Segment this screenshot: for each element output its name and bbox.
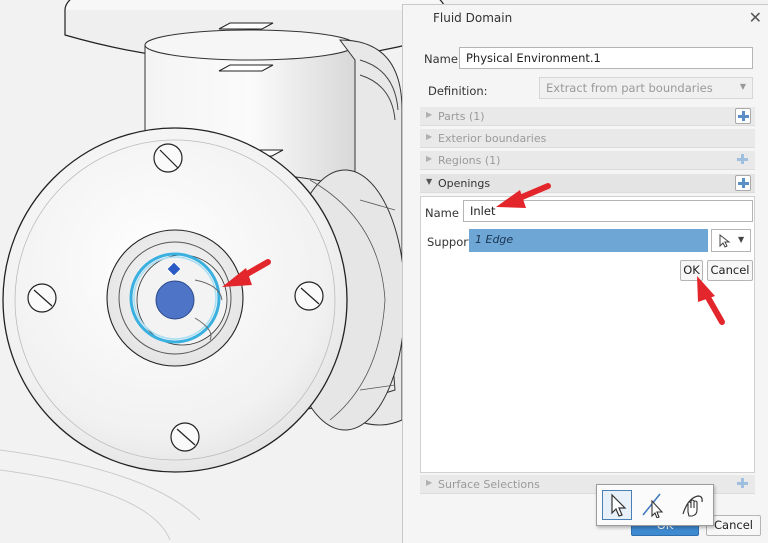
expand-icon: ▶ [426, 132, 433, 141]
support-label: Support [427, 235, 473, 249]
section-exterior-label: Exterior boundaries [438, 132, 547, 145]
opening-name-value: Inlet [470, 204, 496, 218]
section-exterior-boundaries[interactable]: ▶ Exterior boundaries [420, 129, 755, 148]
support-value: 1 Edge [475, 233, 514, 246]
dialog-title: Fluid Domain [433, 11, 513, 25]
definition-select[interactable]: Extract from part boundaries ▼ [539, 77, 753, 99]
collapse-icon: ▼ [426, 177, 433, 186]
section-regions-label: Regions (1) [438, 154, 501, 167]
select-tool-button[interactable] [602, 490, 632, 520]
opening-ok-button[interactable]: OK [680, 260, 703, 281]
definition-value: Extract from part boundaries [546, 81, 713, 95]
opening-name-field[interactable]: Inlet [463, 200, 753, 222]
add-part-button[interactable] [735, 108, 751, 124]
name-field[interactable]: Physical Environment.1 [459, 47, 753, 69]
section-regions[interactable]: ▶ Regions (1) [420, 151, 755, 170]
edge-select-icon [642, 493, 664, 519]
dialog-cancel-button[interactable]: Cancel [706, 515, 761, 536]
close-icon[interactable]: ✕ [749, 8, 762, 27]
expand-icon: ▶ [426, 478, 433, 487]
hand-select-tool-button[interactable] [678, 490, 708, 520]
selection-mode-dropdown[interactable]: ▼ [711, 229, 751, 252]
support-selection-field[interactable]: 1 Edge [469, 229, 708, 252]
section-surface-label: Surface Selections [438, 478, 540, 491]
dialog-title-bar[interactable]: Fluid Domain ✕ [403, 5, 768, 31]
add-surface-button[interactable] [735, 476, 751, 492]
chevron-down-icon: ▼ [739, 82, 746, 91]
openings-panel: Name Inlet Support 1 Edge ▼ OK Cancel [420, 196, 755, 473]
chevron-down-icon: ▼ [738, 235, 745, 244]
hand-select-icon [682, 495, 703, 517]
definition-label: Definition: [428, 84, 488, 98]
selection-toolbar [596, 484, 714, 526]
pointer-icon [611, 493, 627, 517]
opening-name-label: Name [425, 206, 459, 220]
add-region-button[interactable] [735, 152, 751, 168]
name-label: Name [424, 52, 458, 66]
name-value: Physical Environment.1 [466, 51, 601, 65]
add-opening-button[interactable] [735, 175, 751, 191]
fluid-domain-dialog: Fluid Domain ✕ Name Physical Environment… [402, 4, 768, 543]
opening-cancel-button[interactable]: Cancel [707, 260, 753, 281]
edge-select-tool-button[interactable] [640, 490, 670, 520]
section-parts[interactable]: ▶ Parts (1) [420, 107, 755, 126]
pointer-icon [719, 234, 731, 248]
expand-icon: ▶ [426, 110, 433, 119]
section-parts-label: Parts (1) [438, 110, 485, 123]
expand-icon: ▶ [426, 154, 433, 163]
section-openings-label: Openings [438, 177, 491, 190]
section-openings[interactable]: ▼ Openings [420, 174, 755, 193]
